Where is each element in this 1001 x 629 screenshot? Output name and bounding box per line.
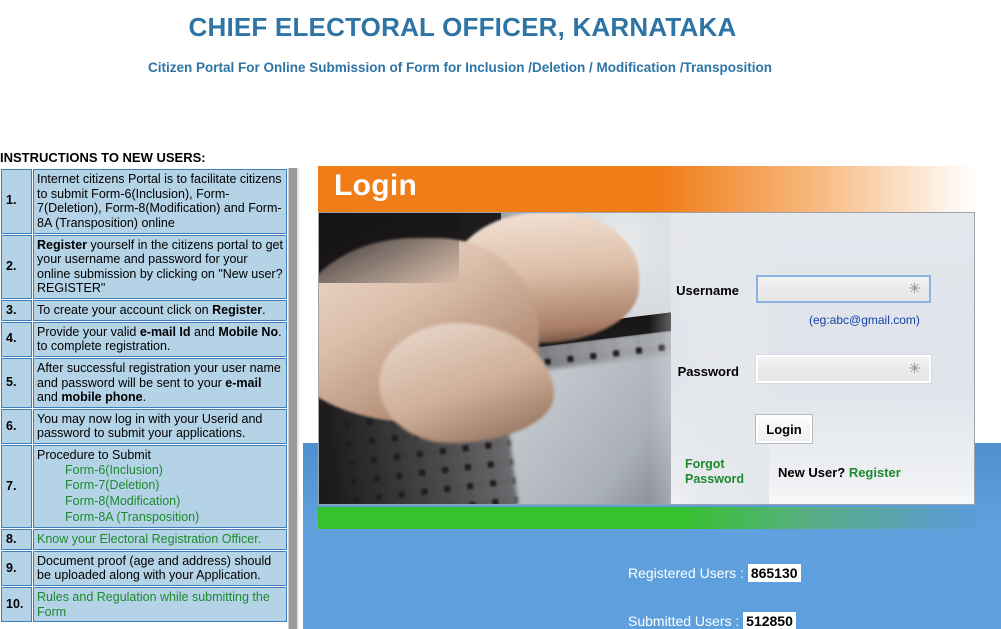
row-bold-2: mobile phone [61, 390, 143, 405]
table-row: 7. Procedure to Submit Form-6(Inclusion)… [1, 445, 287, 529]
green-divider-bar [318, 507, 975, 529]
new-user-register: New User? Register [778, 465, 901, 480]
row-text-tail: . [262, 303, 266, 317]
procedure-links: Form-6(Inclusion) Form-7(Deletion) Form-… [37, 463, 283, 526]
row-text: Rules and Regulation while submitting th… [33, 587, 287, 623]
link-form-8[interactable]: Form-8(Modification) [65, 494, 283, 510]
registered-users-label: Registered Users : [628, 565, 744, 581]
row-text: You may now log in with your Userid and … [33, 408, 287, 444]
registered-users-stat: Registered Users : 865130 [628, 564, 801, 582]
page-title: CHIEF ELECTORAL OFFICER, KARNATAKA [188, 12, 737, 42]
row-number: 6. [1, 408, 32, 444]
row-text: Document proof (age and address) should … [33, 550, 287, 586]
instructions-panel: 1. Internet citizens Portal is to facili… [0, 168, 297, 629]
required-asterisk-icon: ✳ [908, 280, 921, 298]
submitted-users-value: 512850 [743, 612, 796, 629]
table-row: 4. Provide your valid e-mail Id and Mobi… [1, 321, 287, 357]
link-know-your-ero[interactable]: Know your Electoral Registration Officer… [37, 532, 261, 546]
table-row: 5. After successful registration your us… [1, 357, 287, 408]
row-bold-word: Register [212, 303, 263, 317]
forgot-password-link[interactable]: Forgot Password [685, 457, 745, 487]
row-number: 9. [1, 550, 32, 586]
row-number: 1. [1, 169, 32, 234]
link-rules-and-regulation[interactable]: Rules and Regulation while submitting th… [37, 590, 270, 619]
row-bold-lead: Register [37, 237, 88, 252]
registered-users-value: 865130 [747, 564, 801, 582]
row-text-mid: and [190, 324, 219, 339]
row-text: Know your Electoral Registration Officer… [33, 529, 287, 550]
keyboard-typing-photo [319, 213, 671, 504]
page-subtitle: Citizen Portal For Online Submission of … [147, 60, 773, 75]
login-header-title: Login [334, 169, 418, 202]
row-number: 5. [1, 357, 32, 408]
login-button[interactable]: Login [756, 415, 812, 443]
table-row: 3. To create your account click on Regis… [1, 300, 287, 321]
username-field-wrapper[interactable]: ✳ [756, 275, 931, 303]
table-row: 8. Know your Electoral Registration Offi… [1, 529, 287, 550]
row-number: 8. [1, 529, 32, 550]
row-text: After successful registration your user … [33, 357, 287, 408]
table-row: 6. You may now log in with your Userid a… [1, 408, 287, 444]
register-link[interactable]: Register [849, 465, 901, 480]
table-row: 2. Register yourself in the citizens por… [1, 234, 287, 299]
row-bold-1: e-mail Id [139, 324, 191, 339]
row-text-mid: and [37, 390, 62, 405]
login-header-bar: Login [318, 166, 975, 212]
instructions-table: 1. Internet citizens Portal is to facili… [0, 168, 288, 623]
link-form-7[interactable]: Form-7(Deletion) [65, 478, 283, 494]
row-text: Procedure to Submit Form-6(Inclusion) Fo… [33, 445, 287, 529]
link-form-6[interactable]: Form-6(Inclusion) [65, 463, 283, 479]
username-hint: (eg:abc@gmail.com) [809, 313, 920, 327]
instructions-heading: INSTRUCTIONS TO NEW USERS: [0, 150, 206, 165]
password-label: Password [677, 364, 739, 379]
table-row: 1. Internet citizens Portal is to facili… [1, 169, 287, 234]
row-number: 4. [1, 321, 32, 357]
row-bold-1: e-mail [225, 375, 262, 390]
row-text-head: Provide your valid [37, 324, 140, 339]
password-field-wrapper[interactable]: ✳ [756, 355, 931, 383]
page-root: CHIEF ELECTORAL OFFICER, KARNATAKA Citiz… [0, 0, 1001, 629]
row-text: Register yourself in the citizens portal… [33, 234, 287, 299]
submitted-users-label: Submitted Users : [628, 613, 740, 629]
row-number: 2. [1, 234, 32, 299]
row-text-tail: . [142, 390, 147, 405]
table-row: 10. Rules and Regulation while submittin… [1, 587, 287, 623]
row-bold-2: Mobile No [218, 324, 279, 339]
login-panel: Username ✳ (eg:abc@gmail.com) Password ✳… [318, 212, 975, 505]
instructions-panel-shadow [297, 168, 300, 629]
row-text: Internet citizens Portal is to facilitat… [33, 169, 287, 234]
row-text: To create your account click on Register… [33, 300, 287, 321]
row-number: 7. [1, 445, 32, 529]
row-text: Provide your valid e-mail Id and Mobile … [33, 321, 287, 357]
photo-corner-shadow [319, 213, 459, 283]
required-asterisk-icon: ✳ [908, 360, 921, 378]
link-form-8a[interactable]: Form-8A (Transposition) [65, 510, 283, 526]
username-label: Username [676, 283, 739, 298]
row-text-head: To create your account click on [37, 303, 213, 317]
submitted-users-stat: Submitted Users : 512850 [628, 612, 796, 629]
table-row: 9. Document proof (age and address) shou… [1, 550, 287, 586]
row-number: 10. [1, 587, 32, 623]
procedure-heading: Procedure to Submit [37, 448, 151, 462]
new-user-prefix: New User? [778, 465, 849, 480]
row-number: 3. [1, 300, 32, 321]
